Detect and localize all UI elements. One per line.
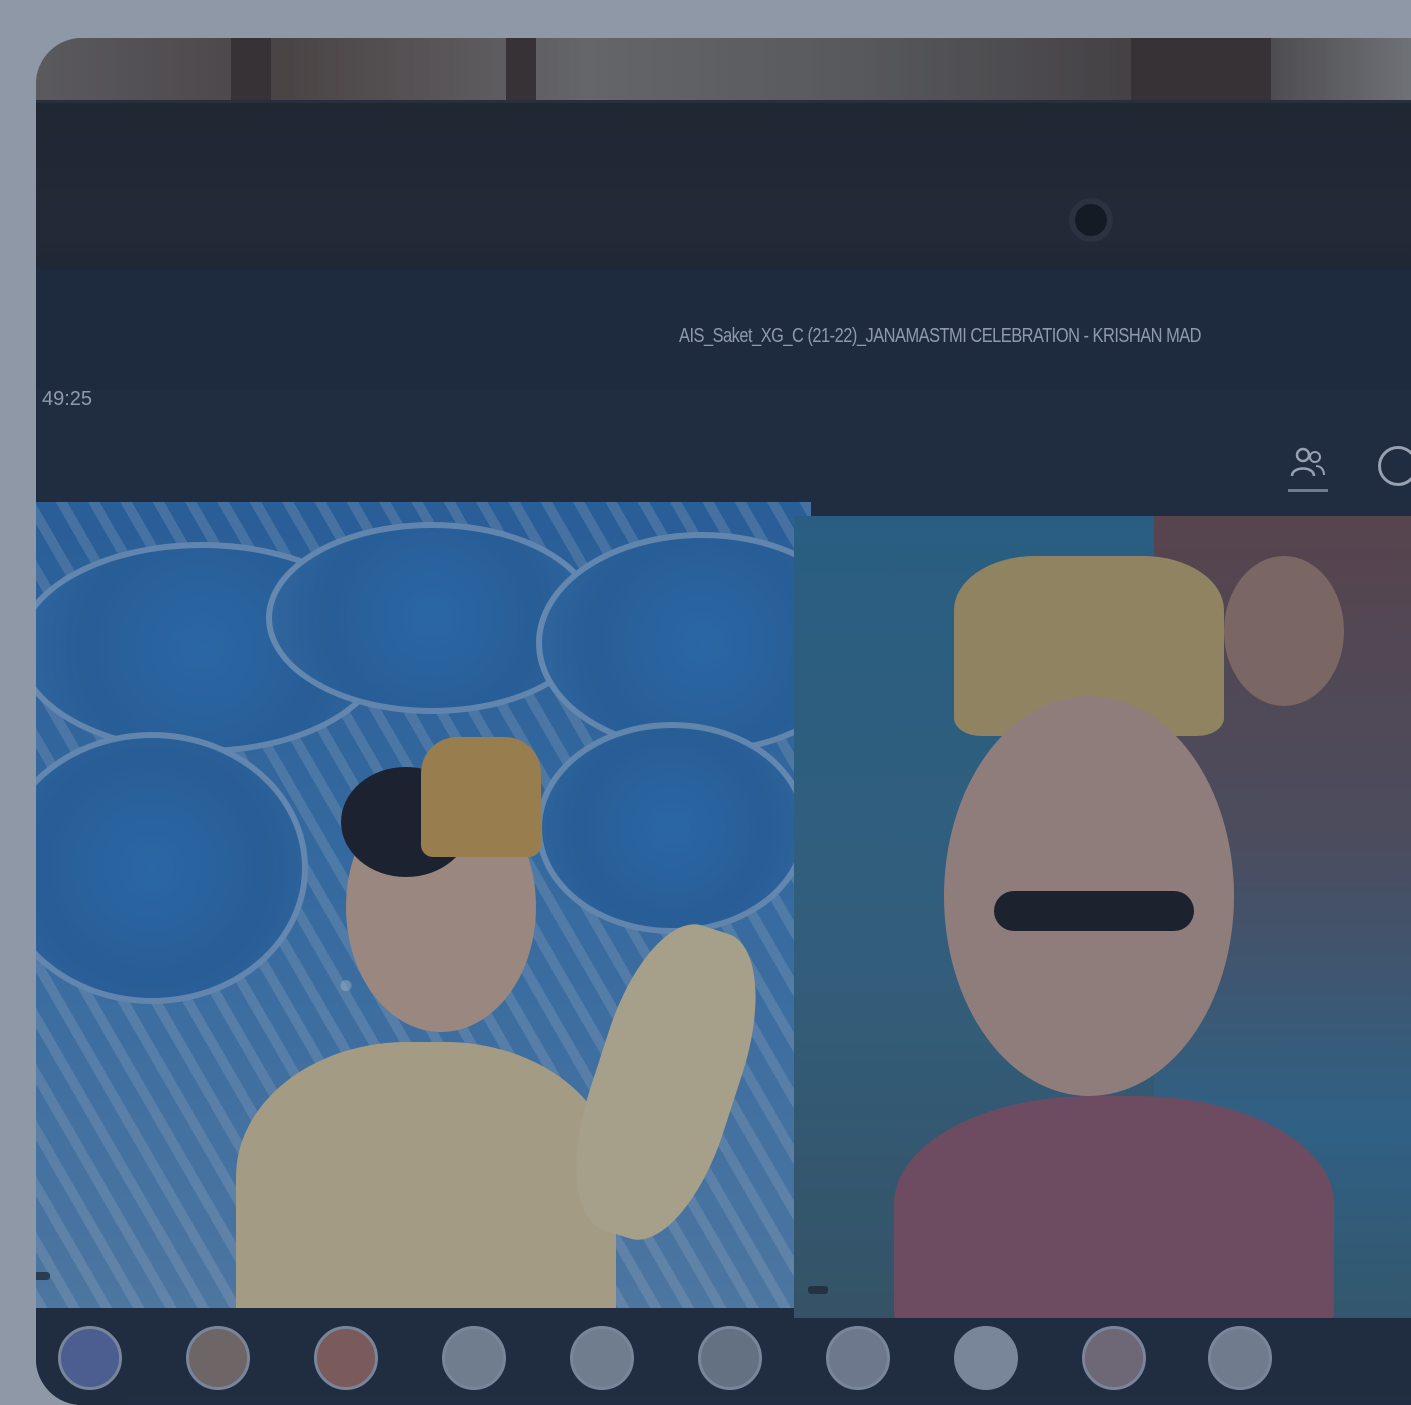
video-tile-right (794, 516, 1411, 1324)
people-icon[interactable] (1286, 446, 1330, 492)
participant-avatar[interactable] (954, 1326, 1018, 1390)
participant-name-tag (36, 1272, 50, 1280)
title-bar: AIS_Saket_XG_C (21-22)_JANAMASTMI CELEBR… (36, 270, 1411, 390)
participant-name-tag (808, 1286, 828, 1294)
participant-avatar[interactable] (1208, 1326, 1272, 1390)
deity-figure (1224, 556, 1344, 706)
participant-avatar[interactable] (186, 1326, 250, 1390)
participant-avatar[interactable] (570, 1326, 634, 1390)
mustache (994, 891, 1194, 931)
participant-avatar[interactable] (698, 1326, 762, 1390)
people-icon (1290, 447, 1325, 477)
participant-avatar[interactable] (826, 1326, 890, 1390)
teams-meeting-window: AIS_Saket_XG_C (21-22)_JANAMASTMI CELEBR… (36, 270, 1411, 1405)
video-tile-left (36, 502, 811, 1308)
webcam-icon (1069, 198, 1113, 242)
person-body (236, 1042, 616, 1308)
participant-avatar[interactable] (58, 1326, 122, 1390)
meeting-timer: 49:25 (42, 388, 93, 410)
person-body (894, 1096, 1334, 1324)
meeting-title: AIS_Saket_XG_C (21-22)_JANAMASTMI CELEBR… (679, 325, 1202, 347)
chat-icon[interactable] (1378, 446, 1411, 486)
participant-avatar[interactable] (314, 1326, 378, 1390)
participant-avatar[interactable] (1082, 1326, 1146, 1390)
crown (421, 737, 541, 857)
photo-frame: AIS_Saket_XG_C (21-22)_JANAMASTMI CELEBR… (36, 38, 1411, 1405)
participant-avatar[interactable] (442, 1326, 506, 1390)
